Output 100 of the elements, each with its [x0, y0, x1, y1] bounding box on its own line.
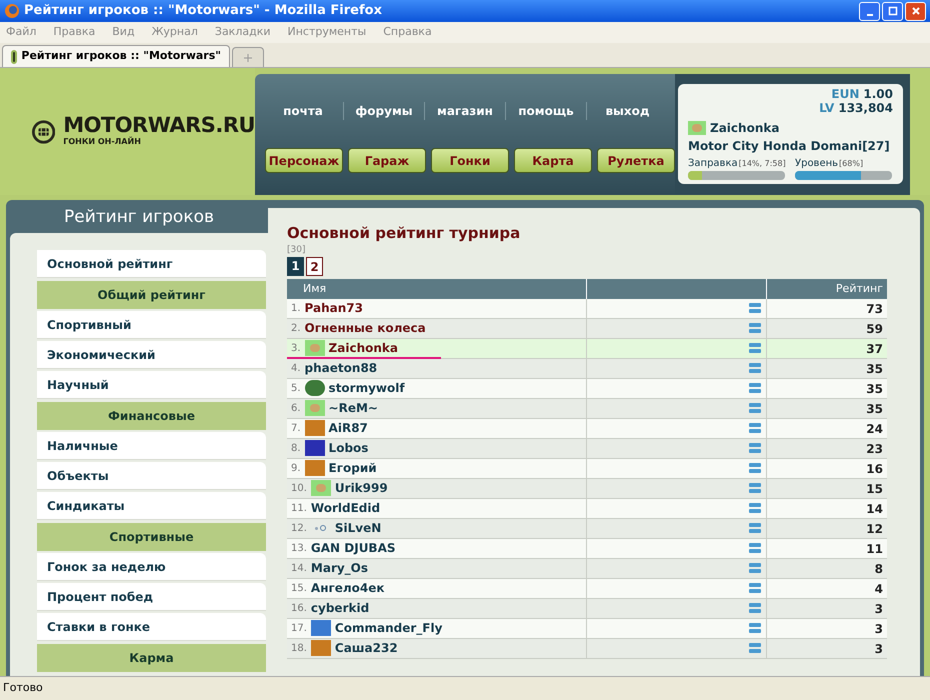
rank-number: 8. — [291, 442, 301, 456]
player-name[interactable]: SiLveN — [334, 519, 382, 537]
rank-number: 17. — [291, 622, 307, 636]
column-header: Рейтинг — [767, 278, 887, 298]
list-icon[interactable] — [749, 523, 761, 533]
nav-link[interactable]: магазин — [425, 102, 506, 120]
nav-link[interactable]: форумы — [344, 102, 425, 120]
sidebar-section-header: Карма — [37, 644, 266, 672]
nav-button[interactable]: Карта — [514, 148, 592, 173]
player-name[interactable]: Егорий — [328, 459, 377, 477]
rating-cell-text: 37 — [865, 340, 884, 358]
new-tab-button[interactable] — [232, 47, 264, 67]
nav-link[interactable]: помощь — [506, 102, 587, 120]
sidebar-item[interactable]: Научный — [37, 371, 266, 399]
maximize-icon[interactable] — [882, 2, 903, 20]
player-name[interactable]: Commander_Fly — [334, 619, 442, 637]
rating-cell-text: 4 — [874, 580, 884, 598]
sidebar-item[interactable]: Спортивный — [37, 311, 266, 339]
nav-button[interactable]: Гонки — [431, 148, 509, 173]
window-title: Рейтинг игроков :: "Motorwars" - Mozilla Firefox — [24, 2, 382, 20]
nav-button[interactable]: Рулетка — [597, 148, 675, 173]
player-name[interactable]: Zaichonka — [328, 339, 398, 357]
rating-cell-text: 59 — [865, 320, 884, 338]
player-name[interactable]: AiR87 — [328, 419, 368, 437]
page-button[interactable]: 1 — [287, 256, 304, 276]
sidebar-item[interactable]: Синдикаты — [37, 492, 266, 520]
rank-number: 9. — [291, 462, 301, 476]
list-icon[interactable] — [749, 303, 761, 313]
list-icon[interactable] — [749, 643, 761, 653]
nav-button[interactable]: Гараж — [348, 148, 426, 173]
avatar-icon — [310, 620, 331, 636]
player-name[interactable]: WorldEdid — [310, 499, 380, 517]
list-icon[interactable] — [749, 383, 761, 393]
list-icon[interactable] — [749, 603, 761, 613]
sidebar-item[interactable]: Экономический — [37, 341, 266, 369]
player-name[interactable]: Urik999 — [334, 479, 388, 497]
rank-number: 18. — [291, 642, 307, 656]
player-name[interactable]: stormywolf — [328, 379, 405, 397]
list-icon[interactable] — [749, 503, 761, 513]
player-name[interactable]: GAN DJUBAS — [310, 539, 396, 557]
list-icon[interactable] — [749, 543, 761, 553]
sidebar-item[interactable]: Ставки в гонке — [37, 613, 266, 641]
list-icon[interactable] — [749, 623, 761, 633]
rabbit-avatar-icon — [304, 340, 325, 356]
rank-number: 6. — [291, 402, 301, 416]
minimize-icon[interactable] — [859, 2, 880, 20]
site-icon — [11, 50, 18, 64]
player-name[interactable]: ~ReM~ — [328, 399, 378, 417]
list-icon[interactable] — [749, 483, 761, 493]
sidebar-item[interactable]: Объекты — [37, 462, 266, 490]
total-count: [30] — [287, 244, 306, 254]
rating-cell-text: 16 — [865, 460, 884, 478]
sidebar-item[interactable]: Процент побед — [37, 583, 266, 611]
rabbit-avatar-icon — [310, 480, 331, 496]
list-icon[interactable] — [749, 423, 761, 433]
car-name: Motor City Honda Domani[27] — [688, 138, 891, 155]
list-icon[interactable] — [749, 563, 761, 573]
list-icon[interactable] — [749, 583, 761, 593]
player-name[interactable]: Mary_Os — [310, 559, 368, 577]
list-icon[interactable] — [749, 403, 761, 413]
rank-number: 2. — [291, 322, 301, 336]
nav-link[interactable]: почта — [263, 102, 344, 120]
rating-cell-text: 35 — [865, 400, 884, 418]
avatar-icon — [304, 460, 325, 476]
player-name[interactable]: Ангело4ек — [310, 579, 385, 597]
rating-cell-text: 3 — [874, 620, 884, 638]
list-icon[interactable] — [749, 443, 761, 453]
currency-label: LV — [819, 101, 834, 115]
nav-link[interactable]: выход — [587, 102, 668, 120]
rating-cell-text: 15 — [865, 480, 884, 498]
player-name[interactable]: phaeton88 — [304, 359, 378, 377]
rank-number: 3. — [291, 342, 301, 356]
sidebar-item[interactable]: Гонок за неделю — [37, 553, 266, 581]
avatar-icon — [310, 640, 331, 656]
sidebar-item[interactable]: Основной рейтинг — [37, 250, 266, 278]
player-name[interactable]: Pahan73 — [304, 299, 363, 317]
rating-cell-text: 73 — [865, 300, 884, 318]
list-icon[interactable] — [749, 363, 761, 373]
browser-tab[interactable]: Рейтинг игроков :: "Motorwars" — [2, 45, 230, 67]
player-name[interactable]: Огненные колеса — [304, 319, 426, 337]
player-name[interactable]: Саша232 — [334, 639, 398, 657]
sidebar-item[interactable]: Наличные — [37, 432, 266, 460]
page-heading: Основной рейтинг турнира — [287, 223, 522, 244]
meter-label: Заправка — [688, 157, 738, 171]
rank-number: 12. — [291, 522, 307, 536]
nav-button[interactable]: Персонаж — [265, 148, 343, 173]
list-icon[interactable] — [749, 323, 761, 333]
rating-cell-text: 14 — [865, 500, 884, 518]
logo-tagline: ГОНКИ ОН-ЛАЙН — [63, 136, 142, 148]
player-name[interactable]: Lobos — [328, 439, 368, 457]
status-text: Готово — [3, 680, 43, 696]
player-name[interactable]: cyberkid — [310, 599, 370, 617]
rabbit-avatar-icon — [304, 400, 325, 416]
rating-cell-text: 12 — [865, 520, 884, 538]
list-icon[interactable] — [749, 463, 761, 473]
list-icon[interactable] — [749, 343, 761, 353]
close-icon[interactable] — [905, 2, 926, 20]
player-name[interactable]: Zaichonka — [710, 119, 780, 137]
rank-number: 10. — [291, 482, 307, 496]
page-button[interactable]: 2 — [306, 256, 323, 276]
